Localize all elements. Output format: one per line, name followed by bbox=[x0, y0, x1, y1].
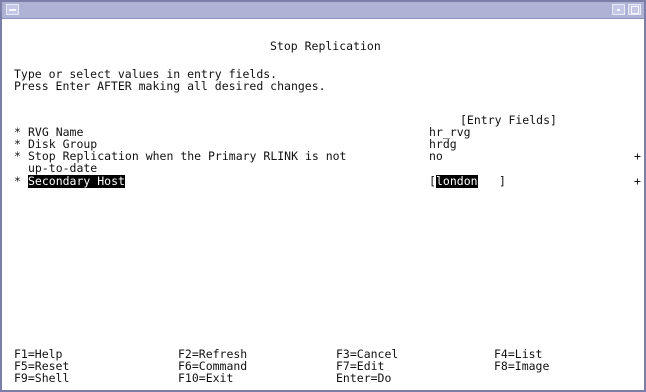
maximize-icon[interactable] bbox=[628, 4, 641, 15]
entry-fields-header: [Entry Fields] bbox=[460, 113, 557, 127]
instruction-line-2: Press Enter AFTER making all desired cha… bbox=[14, 79, 326, 93]
window-menu-icon[interactable] bbox=[6, 4, 19, 15]
field-value-secondary-host[interactable]: london bbox=[436, 175, 478, 188]
minimize-icon[interactable] bbox=[612, 4, 625, 15]
fkey-image[interactable]: F8=Image bbox=[494, 360, 549, 373]
terminal-window: Stop Replication Type or select values i… bbox=[0, 0, 646, 392]
field-bracket-close: ] bbox=[499, 174, 506, 188]
field-bracket-open: [ bbox=[429, 174, 436, 188]
list-indicator: + bbox=[634, 149, 641, 163]
field-label-secondary-host: Secondary Host bbox=[28, 174, 125, 188]
field-value-stop-replication[interactable]: no bbox=[429, 150, 443, 163]
fkey-exit[interactable]: F10=Exit bbox=[178, 372, 233, 385]
window-titlebar[interactable] bbox=[2, 2, 644, 19]
fkey-shell[interactable]: F9=Shell bbox=[14, 372, 69, 385]
fkey-do[interactable]: Enter=Do bbox=[336, 372, 391, 385]
required-marker: * bbox=[14, 149, 21, 163]
page-title: Stop Replication bbox=[270, 39, 381, 53]
required-marker: * bbox=[14, 174, 21, 188]
list-indicator: + bbox=[634, 174, 641, 188]
